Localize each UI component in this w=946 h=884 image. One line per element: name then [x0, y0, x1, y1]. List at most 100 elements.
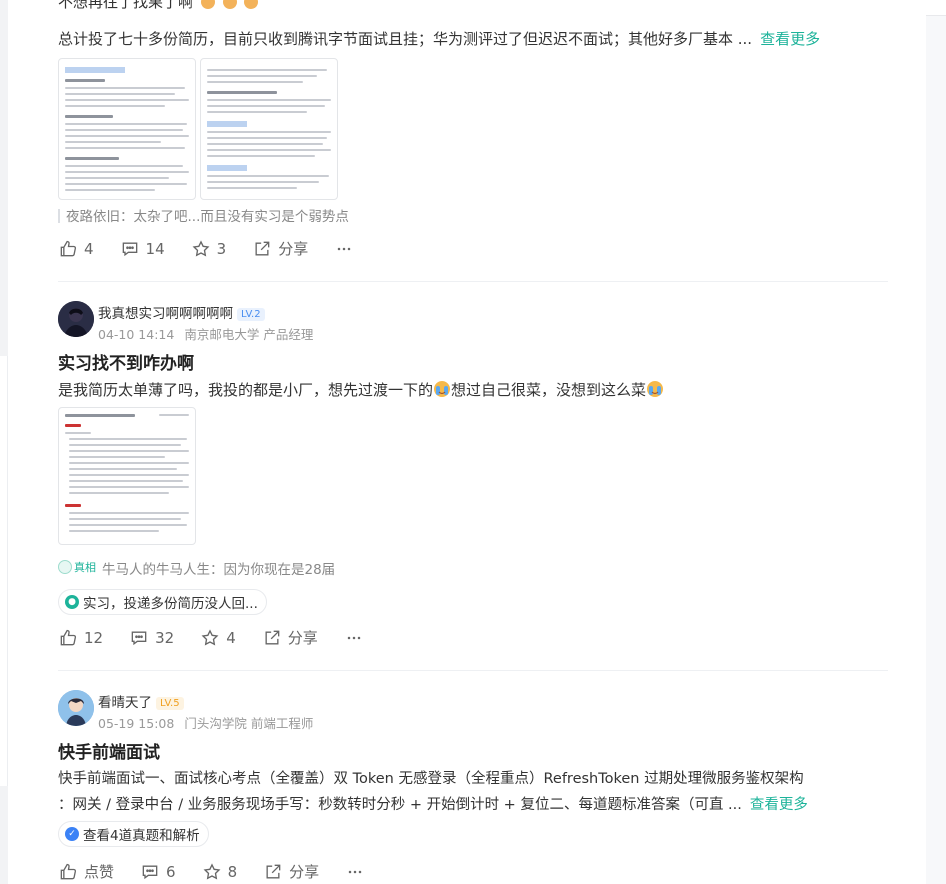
left-gutter	[0, 0, 8, 884]
post2-resume-image[interactable]	[58, 407, 196, 545]
like-label: 点赞	[84, 863, 115, 881]
post3-body-line2: ：网关 / 登录中台 / 业务服务现场手写：秒数转时分秒 + 开始倒计时 + 复…	[58, 797, 742, 813]
post2-text[interactable]: 是我简历太单薄了吗，我投的都是小厂，想先过渡一下的 想过自己很菜，没想到这么菜	[58, 377, 664, 403]
post1-clipped-text: 不想再往了找果了啊	[58, 0, 194, 11]
user-school[interactable]: 南京邮电大学	[184, 327, 259, 342]
comment-count: 6	[166, 862, 176, 881]
username[interactable]: 我真想实习啊啊啊啊啊 LV.2	[98, 302, 265, 322]
post1-see-more-link[interactable]: 查看更多	[760, 30, 820, 48]
favorite-button[interactable]: 3	[191, 239, 227, 259]
share-label: 分享	[278, 240, 309, 258]
post-divider	[58, 281, 888, 282]
pet-icon	[58, 560, 72, 574]
comment-button[interactable]: 14	[120, 239, 165, 259]
like-button[interactable]: 点赞	[58, 861, 114, 882]
post-divider	[58, 670, 888, 671]
post1-resume-image-1[interactable]	[58, 58, 196, 200]
share-button[interactable]: 分享	[262, 627, 318, 648]
quiz-icon: ✓	[65, 827, 79, 841]
user-role: 产品经理	[263, 327, 314, 342]
topic-icon: ●	[65, 595, 79, 609]
post2-action-bar: 12 32 4 分享	[58, 627, 396, 648]
like-button[interactable]: 4	[58, 239, 94, 259]
topic-chip[interactable]: ● 实习，投递多份简历没人回...	[58, 589, 267, 615]
post2-body-a: 是我简历太单薄了吗，我投的都是小厂，想先过渡一下的	[58, 381, 434, 399]
post1-resume-image-2[interactable]	[200, 58, 338, 200]
level-badge: LV.5	[156, 697, 184, 710]
post-date: 05-19 15:08	[98, 716, 175, 731]
comment-text: 太杂了吧...而且没有实习是个弱势点	[133, 209, 349, 225]
questions-chip[interactable]: ✓ 查看4道真题和解析	[58, 821, 209, 847]
comment-button[interactable]: 32	[129, 628, 174, 648]
questions-chip-label: 查看4道真题和解析	[83, 828, 200, 844]
more-icon	[348, 870, 362, 873]
share-label: 分享	[289, 863, 320, 881]
more-icon	[337, 247, 351, 250]
post-meta: 05-19 15:08 门头沟学院 前端工程师	[98, 713, 313, 732]
post1-top-comment[interactable]: 夜路依旧：太杂了吧...而且没有实习是个弱势点	[58, 205, 349, 225]
level-badge: LV.2	[237, 308, 265, 321]
star-icon	[192, 239, 210, 256]
more-icon	[347, 636, 360, 639]
right-card-edge	[926, 0, 946, 16]
comment-icon	[122, 242, 137, 256]
like-count: 12	[84, 628, 104, 647]
favorite-button[interactable]: 8	[202, 862, 238, 882]
comment-button[interactable]: 6	[140, 862, 176, 882]
username[interactable]: 看晴天了 LV.5	[98, 691, 184, 711]
post-meta: 04-10 14:14 南京邮电大学 产品经理	[98, 324, 313, 343]
username-text[interactable]: 看晴天了	[98, 695, 152, 711]
comment-bar	[58, 209, 60, 223]
post-date: 04-10 14:14	[98, 327, 175, 342]
favorite-count: 3	[216, 239, 227, 258]
user-role: 前端工程师	[250, 716, 314, 731]
share-icon	[266, 864, 281, 878]
comment-badge-label: 真相	[74, 561, 96, 574]
crying-emoji-icon	[646, 380, 664, 398]
more-button[interactable]	[334, 239, 360, 259]
star-icon	[201, 628, 219, 645]
comment-count: 14	[145, 239, 165, 258]
post3-text[interactable]: 快手前端面试一、面试核心考点（全覆盖）双 Token 无感登录（全程重点）Ref…	[58, 766, 888, 818]
post1-text[interactable]: 总计投了七十多份简历，目前只收到腾讯字节面试且挂；华为测评过了但迟迟不面试；其他…	[58, 26, 888, 52]
share-label: 分享	[287, 629, 318, 647]
share-icon	[265, 630, 280, 644]
user-school[interactable]: 门头沟学院	[184, 716, 247, 731]
like-button[interactable]: 12	[58, 628, 103, 648]
favorite-count: 4	[226, 628, 236, 647]
comment-separator: ：	[120, 209, 134, 225]
post1-action-bar: 4 14 3 分享	[58, 238, 386, 259]
more-button[interactable]	[344, 628, 370, 648]
crying-emoji-icon	[433, 380, 451, 398]
share-icon	[255, 241, 270, 255]
username-text[interactable]: 我真想实习啊啊啊啊啊	[98, 306, 233, 322]
more-button[interactable]	[345, 862, 371, 882]
share-button[interactable]: 分享	[252, 238, 308, 259]
thumbs-up-icon	[60, 240, 77, 256]
comment-author[interactable]: 夜路依旧	[66, 209, 120, 225]
favorite-count: 8	[227, 862, 238, 881]
right-sidebar-edge	[926, 0, 946, 884]
post1-body: 总计投了七十多份简历，目前只收到腾讯字节面试且挂；华为测评过了但迟迟不面试；其他…	[58, 30, 753, 48]
emoji-icon	[244, 0, 259, 9]
thumbs-up-icon	[60, 629, 77, 645]
post3-see-more-link[interactable]: 查看更多	[750, 797, 808, 813]
post-title[interactable]: 实习找不到咋办啊	[58, 349, 194, 374]
comment-badge: 真相	[58, 559, 96, 575]
share-button[interactable]: 分享	[263, 861, 319, 882]
emoji-icon	[200, 0, 215, 9]
avatar[interactable]	[58, 690, 94, 726]
comment-author[interactable]: 牛马人的牛马人生	[102, 562, 210, 578]
post2-top-comment[interactable]: 真相 牛马人的牛马人生：因为你现在是28届	[58, 558, 335, 578]
thumbs-up-icon	[60, 863, 77, 879]
post2-body-b: 想过自己很菜，没想到这么菜	[451, 381, 647, 399]
post-title[interactable]: 快手前端面试	[58, 738, 160, 763]
comment-icon	[142, 865, 158, 879]
emoji-icon	[222, 0, 237, 9]
comment-separator: ：	[210, 562, 224, 578]
topic-chip-label: 实习，投递多份简历没人回...	[83, 596, 258, 612]
avatar[interactable]	[58, 301, 94, 337]
post3-action-bar: 点赞 6 8 分享	[58, 861, 397, 882]
favorite-button[interactable]: 4	[200, 628, 236, 648]
comment-icon	[131, 631, 147, 645]
